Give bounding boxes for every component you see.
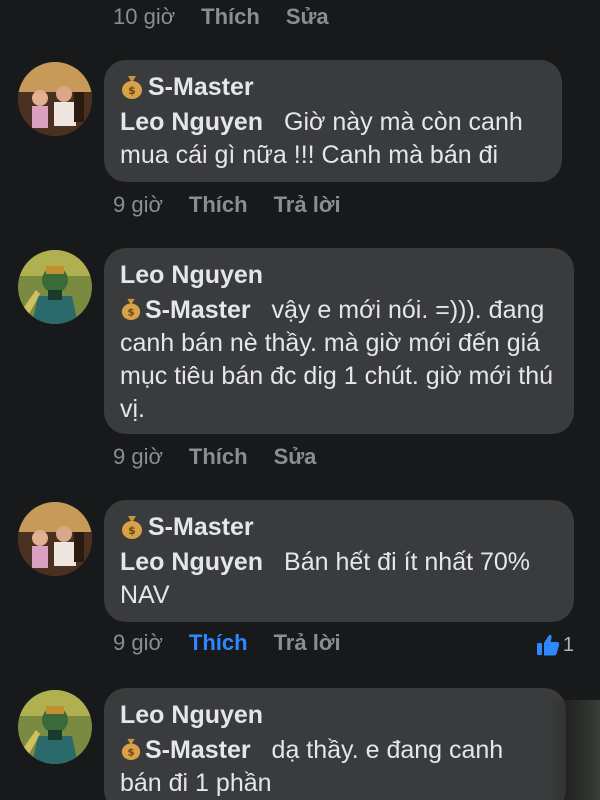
like-button[interactable]: Thích [189, 630, 248, 656]
comment-author[interactable]: $ S-Master [120, 512, 558, 542]
money-bag-icon: $ [120, 297, 142, 321]
author-name: S-Master [148, 73, 254, 101]
like-button[interactable]: Thích [189, 444, 248, 470]
author-name: S-Master [148, 513, 254, 541]
comment-actions: 9 giờ Thích Trả lời [113, 630, 367, 656]
mention-tag[interactable]: Leo Nguyen [120, 548, 263, 576]
like-button[interactable]: Thích [201, 4, 260, 30]
comment-author[interactable]: $ S-Master [120, 72, 546, 102]
comment-text-block: Leo Nguyen Bán hết đi ít nhất 70% NAV [120, 546, 558, 612]
comment-actions-top: 10 giờ Thích Sửa [113, 4, 355, 30]
comment-time: 9 giờ [113, 630, 163, 655]
comment-author[interactable]: Leo Nguyen [120, 700, 550, 730]
reply-button[interactable]: Trả lời [274, 630, 341, 656]
comment-text-block: $ S-Master vậy e mới nói. =))). đang canh… [120, 294, 558, 426]
avatar[interactable] [18, 690, 92, 764]
comment-feed: 10 giờ Thích Sửa $ S-Master Leo Nguyen G… [0, 0, 600, 800]
comment-bubble: $ S-Master Leo Nguyen Bán hết đi ít nhất… [104, 500, 574, 622]
like-button[interactable]: Thích [189, 192, 248, 218]
comment-actions: 9 giờ Thích Trả lời [113, 192, 367, 218]
mention-name: S-Master [145, 296, 251, 324]
author-name: Leo Nguyen [120, 701, 264, 729]
comment-author[interactable]: Leo Nguyen [120, 260, 558, 290]
comment-bubble: Leo Nguyen $ S-Master vậy e mới nói. =)))… [104, 248, 574, 434]
svg-text:$: $ [127, 307, 134, 318]
mention-tag[interactable]: $ S-Master [120, 736, 251, 764]
mention-tag[interactable]: Leo Nguyen [120, 108, 263, 136]
author-name: Leo Nguyen [120, 261, 264, 289]
reaction-summary[interactable]: 1 [535, 632, 574, 658]
avatar-smaster-image [18, 62, 92, 136]
comment-text-block: Leo Nguyen Giờ này mà còn canh mua cái g… [120, 106, 546, 172]
reply-button[interactable]: Trả lời [274, 192, 341, 218]
svg-text:$: $ [128, 84, 136, 97]
avatar-smaster-image [18, 502, 92, 576]
money-bag-icon: $ [120, 737, 142, 761]
edit-button[interactable]: Sửa [286, 4, 329, 30]
mention-tag[interactable]: $ S-Master [120, 296, 251, 324]
comment-bubble: Leo Nguyen $ S-Master dạ thầy. e đang can… [104, 688, 566, 800]
mention-name: S-Master [145, 736, 251, 764]
edge-overlay [550, 700, 600, 800]
comment-time: 10 giờ [113, 4, 176, 29]
avatar[interactable] [18, 62, 92, 136]
edit-button[interactable]: Sửa [274, 444, 317, 470]
avatar[interactable] [18, 250, 92, 324]
comment-bubble: $ S-Master Leo Nguyen Giờ này mà còn can… [104, 60, 562, 182]
reaction-count: 1 [562, 633, 574, 656]
comment-actions: 9 giờ Thích Sửa [113, 444, 342, 470]
comment-time: 9 giờ [113, 444, 163, 469]
money-bag-icon: $ [120, 74, 144, 100]
comment-text-block: $ S-Master dạ thầy. e đang canh bán đi 1 … [120, 734, 550, 800]
money-bag-icon: $ [120, 514, 144, 540]
svg-text:$: $ [128, 524, 136, 537]
avatar[interactable] [18, 502, 92, 576]
avatar-leo-image [18, 690, 92, 764]
avatar-leo-image [18, 250, 92, 324]
svg-text:$: $ [127, 747, 134, 758]
comment-time: 9 giờ [113, 192, 163, 217]
thumbs-up-icon [536, 634, 560, 656]
